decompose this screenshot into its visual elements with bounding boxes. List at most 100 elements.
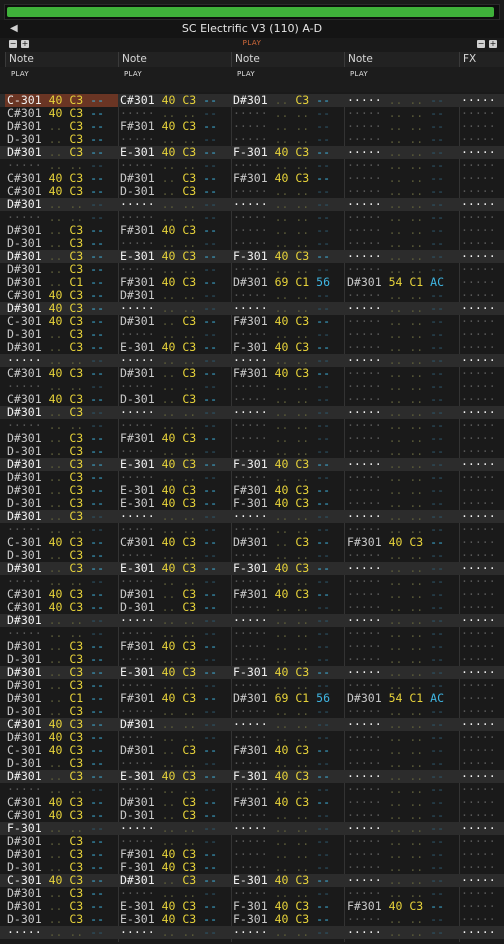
pattern-cell[interactable]: ····· <box>459 523 504 536</box>
pattern-cell[interactable]: ····· .. .. -- <box>231 471 344 484</box>
pattern-cell[interactable]: ····· .. .. -- <box>118 211 231 224</box>
pattern-cell[interactable]: ····· .. .. -- <box>231 107 344 120</box>
pattern-cell[interactable]: ····· <box>459 367 504 380</box>
column-3-play-label[interactable]: PLAY <box>237 70 255 78</box>
pattern-cell[interactable]: D#301 .. C3 -- <box>5 835 118 848</box>
pattern-cell[interactable]: D#301 .. C3 -- <box>5 120 118 133</box>
pattern-cell[interactable]: F#301 40 C3 -- <box>345 536 458 549</box>
pattern-cell[interactable]: ····· <box>459 159 504 172</box>
pattern-cell[interactable]: ····· .. .. -- <box>118 549 231 562</box>
pattern-cell[interactable]: ····· .. .. -- <box>345 250 458 263</box>
pattern-cell[interactable]: D#301 .. C3 -- <box>5 250 118 263</box>
pattern-cell[interactable]: ····· .. .. -- <box>345 757 458 770</box>
pattern-cell[interactable]: ····· .. .. -- <box>345 601 458 614</box>
pattern-cell[interactable]: ····· .. .. -- <box>231 783 344 796</box>
pattern-cell[interactable]: ····· .. .. -- <box>118 679 231 692</box>
pattern-cell[interactable]: ····· .. .. -- <box>118 627 231 640</box>
pattern-cell[interactable]: D#301 69 C1 56 <box>231 276 344 289</box>
pattern-cell[interactable]: ····· <box>459 276 504 289</box>
pattern-cell[interactable]: ····· <box>459 432 504 445</box>
column-header-4[interactable]: Note <box>344 52 459 67</box>
pattern-cell[interactable]: ····· .. .. -- <box>118 302 231 315</box>
pattern-cell[interactable]: ····· <box>459 887 504 900</box>
pattern-cell[interactable]: C#301 40 C3 -- <box>5 172 118 185</box>
pattern-cell[interactable]: ····· <box>459 445 504 458</box>
pattern-cell[interactable]: ····· .. .. -- <box>345 432 458 445</box>
pattern-cell[interactable]: F#301 40 C3 -- <box>231 744 344 757</box>
pattern-cell[interactable]: ····· .. .. -- <box>231 926 344 939</box>
column-header-3[interactable]: Note <box>231 52 344 67</box>
pattern-cell[interactable]: ····· .. .. -- <box>118 822 231 835</box>
pattern-cell[interactable]: ····· .. .. -- <box>231 159 344 172</box>
pattern-cell[interactable]: D#301 .. C3 -- <box>5 900 118 913</box>
pattern-cell[interactable]: ····· .. .. -- <box>231 289 344 302</box>
pattern-cell[interactable]: D#301 .. C3 -- <box>5 224 118 237</box>
pattern-cell[interactable]: ····· .. .. -- <box>345 172 458 185</box>
pattern-cell[interactable]: D-301 .. C3 -- <box>118 601 231 614</box>
pattern-cell[interactable]: ····· .. .. -- <box>345 653 458 666</box>
pattern-cell[interactable]: ····· .. .. -- <box>118 887 231 900</box>
pattern-cell[interactable]: ····· <box>459 562 504 575</box>
pattern-cell[interactable]: ····· .. .. -- <box>118 523 231 536</box>
pattern-cell[interactable]: ····· <box>459 822 504 835</box>
pattern-cell[interactable]: ····· <box>459 497 504 510</box>
pattern-cell[interactable]: ····· <box>459 835 504 848</box>
pattern-cell[interactable]: D#301 .. C3 -- <box>5 770 118 783</box>
pattern-cell[interactable]: D#301 .. C3 -- <box>5 640 118 653</box>
pattern-cell[interactable]: D-301 .. C3 -- <box>5 237 118 250</box>
pattern-cell[interactable]: D#301 .. .. -- <box>5 198 118 211</box>
pattern-cell[interactable]: ····· <box>459 315 504 328</box>
pattern-cell[interactable]: F#301 40 C3 -- <box>118 120 231 133</box>
pattern-cell[interactable]: ····· <box>459 653 504 666</box>
pattern-cell[interactable]: E-301 40 C3 -- <box>118 666 231 679</box>
pattern-cell[interactable]: ····· .. .. -- <box>345 731 458 744</box>
pattern-cell[interactable]: ····· .. .. -- <box>345 510 458 523</box>
pattern-cell[interactable]: F#301 40 C3 -- <box>231 484 344 497</box>
pattern-cell[interactable]: ····· .. .. -- <box>345 497 458 510</box>
pattern-cell[interactable]: D#301 .. C3 -- <box>5 458 118 471</box>
pattern-cell[interactable]: ····· .. .. -- <box>5 523 118 536</box>
pattern-cell[interactable]: E-301 40 C3 -- <box>118 146 231 159</box>
pattern-cell[interactable]: F#301 40 C3 -- <box>118 848 231 861</box>
pattern-cell[interactable]: ····· .. .. -- <box>345 926 458 939</box>
pattern-grid[interactable]: C-301 40 C3 -- C#301 40 C3 -- D#301 .. C3 … <box>0 94 504 942</box>
pattern-cell[interactable]: ····· <box>459 302 504 315</box>
pattern-cell[interactable]: ····· .. .. -- <box>118 705 231 718</box>
pattern-cell[interactable]: C#301 40 C3 -- <box>5 107 118 120</box>
column-header-fx[interactable]: FX <box>459 52 504 67</box>
pattern-cell[interactable]: ····· .. .. -- <box>5 354 118 367</box>
pattern-cell[interactable]: ····· <box>459 263 504 276</box>
pattern-cell[interactable]: ····· .. .. -- <box>118 406 231 419</box>
collapse-right-button[interactable]: − <box>477 40 485 48</box>
pattern-cell[interactable]: ····· <box>459 484 504 497</box>
pattern-cell[interactable]: ····· .. .. -- <box>345 458 458 471</box>
pattern-cell[interactable]: ····· .. .. -- <box>345 484 458 497</box>
pattern-cell[interactable]: ····· .. .. -- <box>118 133 231 146</box>
pattern-cell[interactable]: ····· .. .. -- <box>118 445 231 458</box>
pattern-cell[interactable]: D#301 .. C3 -- <box>5 887 118 900</box>
pattern-cell[interactable]: F#301 40 C3 -- <box>345 900 458 913</box>
pattern-cell[interactable]: ····· .. .. -- <box>345 354 458 367</box>
pattern-cell[interactable]: ····· <box>459 393 504 406</box>
pattern-cell[interactable]: C#301 40 C3 -- <box>5 718 118 731</box>
pattern-cell[interactable]: ····· <box>459 809 504 822</box>
pattern-cell[interactable]: D#301 69 C1 56 <box>231 692 344 705</box>
pattern-cell[interactable]: F-301 40 C3 -- <box>231 341 344 354</box>
song-progress-bar[interactable] <box>4 4 500 20</box>
pattern-cell[interactable]: ····· .. .. -- <box>345 809 458 822</box>
pattern-cell[interactable]: D-301 .. C3 -- <box>5 913 118 926</box>
pattern-cell[interactable]: ····· <box>459 289 504 302</box>
pattern-cell[interactable]: ····· .. .. -- <box>118 328 231 341</box>
pattern-cell[interactable]: D-301 .. C3 -- <box>5 445 118 458</box>
pattern-cell[interactable]: C#301 40 C3 -- <box>5 796 118 809</box>
pattern-cell[interactable]: D#301 .. C3 -- <box>5 432 118 445</box>
pattern-cell[interactable]: F-301 40 C3 -- <box>231 497 344 510</box>
pattern-cell[interactable]: D#301 .. C3 -- <box>5 146 118 159</box>
pattern-cell[interactable]: D-301 .. C3 -- <box>118 185 231 198</box>
pattern-cell[interactable]: ····· .. .. -- <box>345 185 458 198</box>
pattern-cell[interactable]: ····· .. .. -- <box>345 523 458 536</box>
pattern-cell[interactable]: ····· .. .. -- <box>345 133 458 146</box>
pattern-cell[interactable]: F#301 40 C3 -- <box>231 172 344 185</box>
pattern-cell[interactable]: C-301 40 C3 -- <box>5 744 118 757</box>
pattern-cell[interactable]: D#301 .. C3 -- <box>5 679 118 692</box>
